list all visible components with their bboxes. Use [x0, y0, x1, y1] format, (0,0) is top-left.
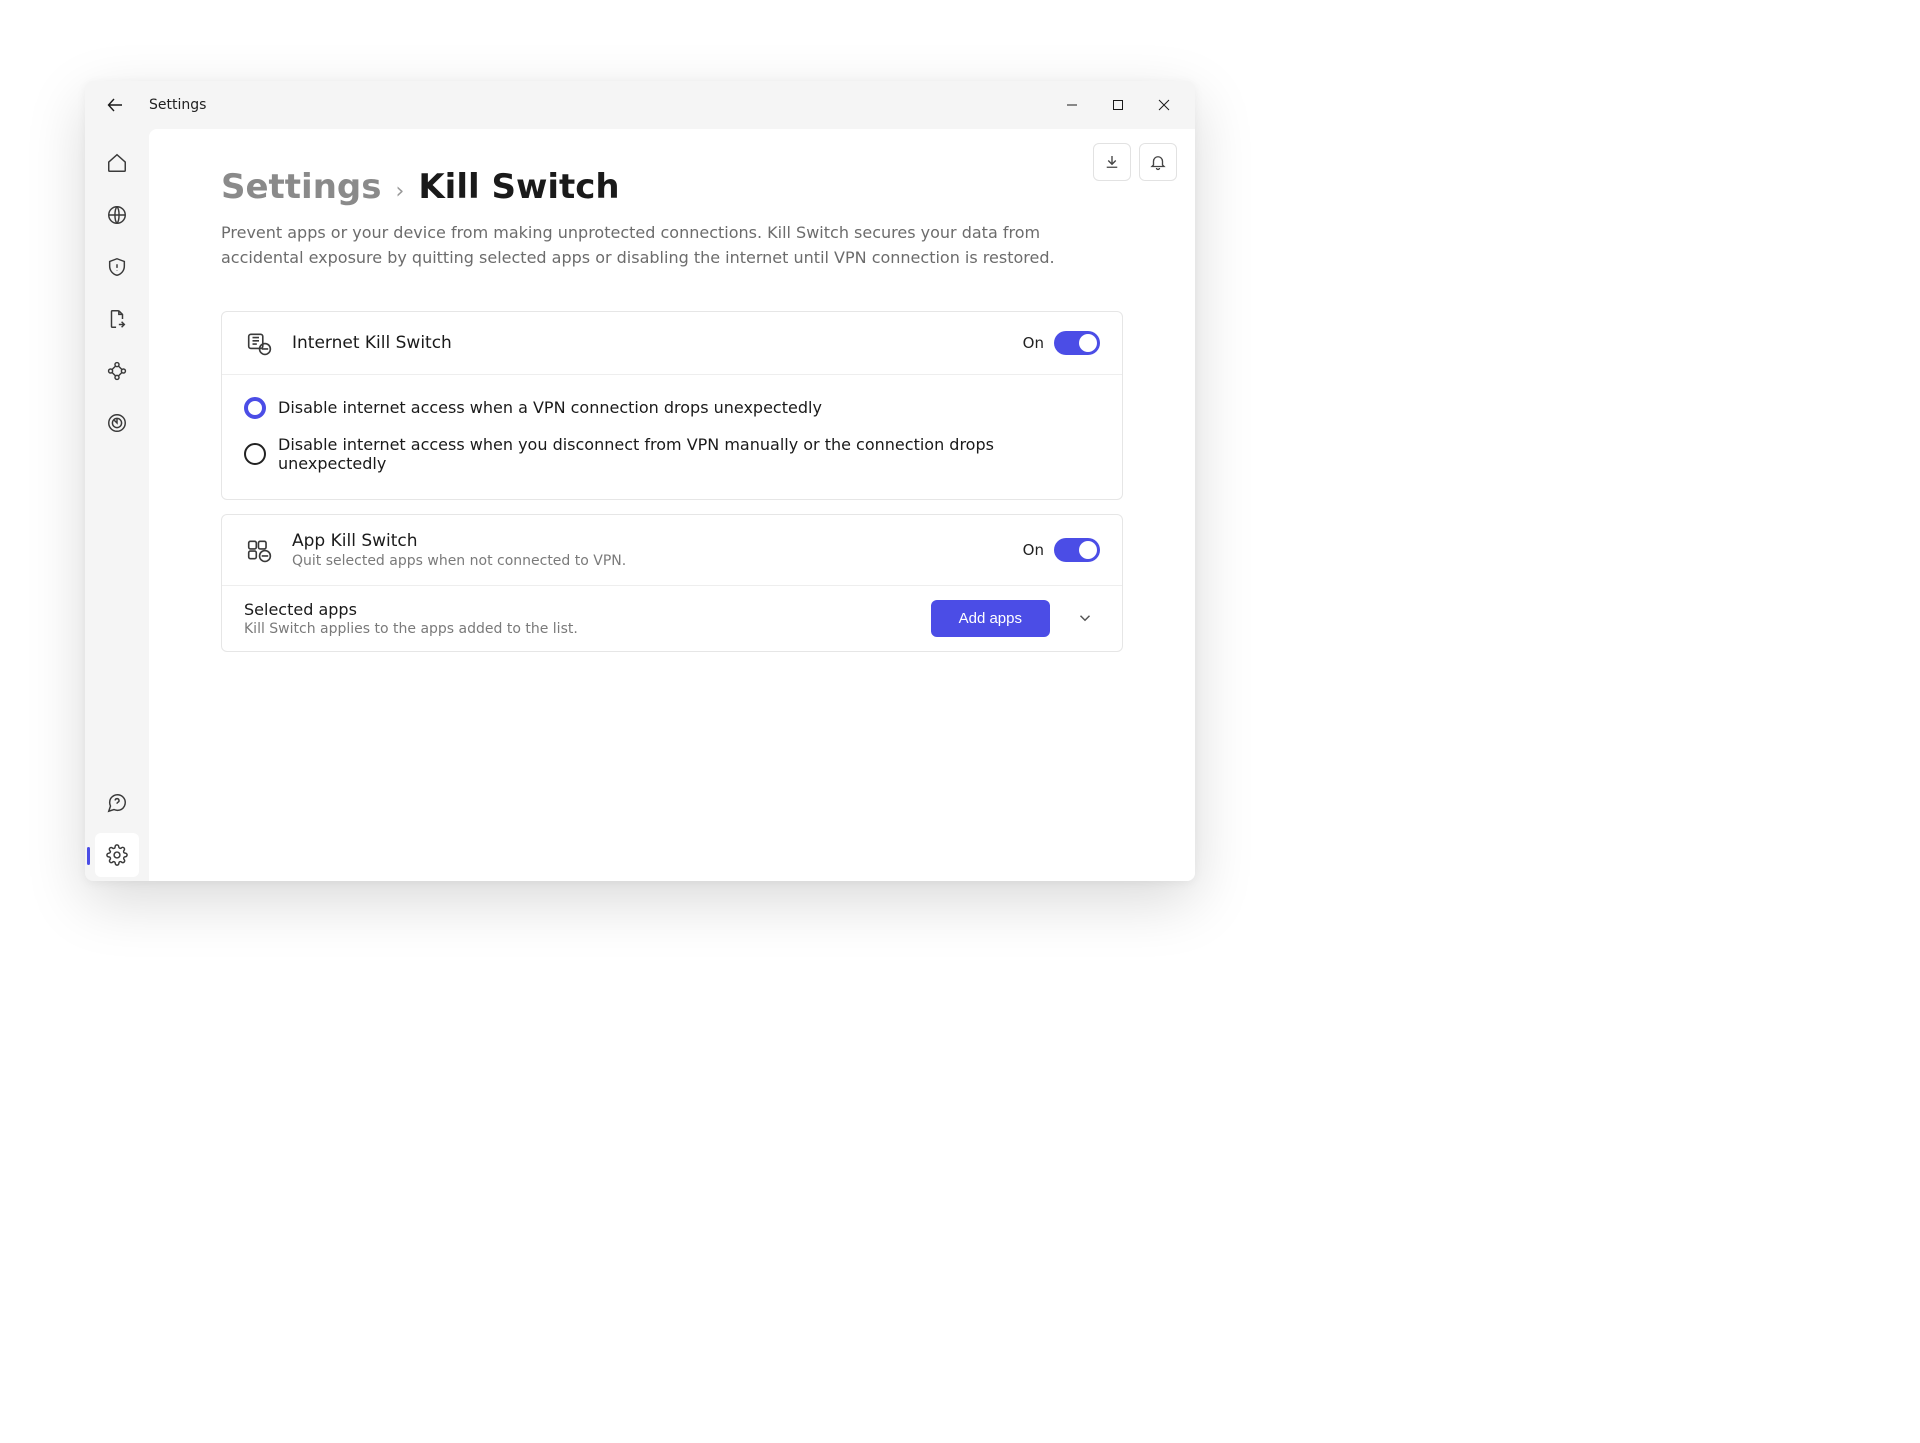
minimize-button[interactable] — [1049, 85, 1095, 125]
page-actions — [1093, 143, 1177, 181]
close-icon — [1158, 99, 1170, 111]
maximize-button[interactable] — [1095, 85, 1141, 125]
body: Settings › Kill Switch Prevent apps or y… — [85, 129, 1195, 881]
content-inner: Settings › Kill Switch Prevent apps or y… — [149, 129, 1195, 706]
internet-killswitch-options: Disable internet access when a VPN conne… — [222, 374, 1122, 499]
app-killswitch-toggle[interactable] — [1054, 538, 1100, 562]
download-button[interactable] — [1093, 143, 1131, 181]
ks-option-auto-label: Disable internet access when a VPN conne… — [278, 398, 822, 417]
sidebar-item-file-share[interactable] — [95, 297, 139, 341]
breadcrumb: Settings › Kill Switch — [221, 167, 1123, 207]
page-title: Kill Switch — [418, 167, 619, 207]
download-icon — [1103, 153, 1121, 171]
mesh-icon — [106, 360, 128, 382]
selected-apps-title: Selected apps — [244, 600, 931, 619]
back-button[interactable] — [97, 87, 133, 123]
sidebar-item-settings[interactable] — [95, 833, 139, 877]
notifications-button[interactable] — [1139, 143, 1177, 181]
app-killswitch-title: App Kill Switch — [292, 531, 1023, 551]
breadcrumb-parent[interactable]: Settings — [221, 167, 382, 207]
arrow-left-icon — [107, 97, 123, 113]
content-panel: Settings › Kill Switch Prevent apps or y… — [149, 129, 1195, 881]
minimize-icon — [1066, 99, 1078, 111]
breadcrumb-separator: › — [396, 179, 405, 204]
ks-option-always-label: Disable internet access when you disconn… — [278, 435, 1100, 473]
internet-killswitch-toggle-wrap: On — [1023, 331, 1100, 355]
sidebar-item-help[interactable] — [95, 781, 139, 825]
sidebar-item-threat-protection[interactable] — [95, 245, 139, 289]
bell-icon — [1149, 153, 1167, 171]
titlebar: Settings — [85, 81, 1195, 129]
add-apps-button[interactable]: Add apps — [931, 600, 1050, 637]
app-killswitch-toggle-wrap: On — [1023, 538, 1100, 562]
sidebar-item-home[interactable] — [95, 141, 139, 185]
selected-apps-row: Selected apps Kill Switch applies to the… — [222, 585, 1122, 651]
radio-unselected-icon — [244, 443, 266, 465]
file-share-icon — [106, 308, 128, 330]
window-title: Settings — [149, 97, 206, 113]
selected-apps-subtitle: Kill Switch applies to the apps added to… — [244, 621, 931, 637]
expand-selected-apps[interactable] — [1070, 603, 1100, 633]
close-button[interactable] — [1141, 85, 1187, 125]
sidebar — [85, 129, 149, 881]
sidebar-item-browse[interactable] — [95, 193, 139, 237]
sidebar-item-meshnet[interactable] — [95, 349, 139, 393]
internet-killswitch-icon — [244, 328, 274, 358]
ks-option-always[interactable]: Disable internet access when you disconn… — [244, 427, 1100, 481]
internet-killswitch-toggle[interactable] — [1054, 331, 1100, 355]
app-killswitch-header: App Kill Switch Quit selected apps when … — [222, 515, 1122, 585]
internet-killswitch-state: On — [1023, 334, 1044, 352]
app-killswitch-icon — [244, 535, 274, 565]
page-description: Prevent apps or your device from making … — [221, 221, 1081, 271]
target-icon — [106, 412, 128, 434]
app-killswitch-subtitle: Quit selected apps when not connected to… — [292, 553, 1023, 569]
chevron-down-icon — [1076, 609, 1094, 627]
gear-icon — [106, 844, 128, 866]
internet-killswitch-title: Internet Kill Switch — [292, 333, 1023, 353]
app-killswitch-state: On — [1023, 541, 1044, 559]
home-icon — [106, 152, 128, 174]
sidebar-item-darkweb[interactable] — [95, 401, 139, 445]
shield-icon — [106, 256, 128, 278]
window-controls — [1049, 85, 1187, 125]
app-killswitch-card: App Kill Switch Quit selected apps when … — [221, 514, 1123, 652]
ks-option-auto[interactable]: Disable internet access when a VPN conne… — [244, 389, 1100, 427]
help-icon — [106, 792, 128, 814]
globe-icon — [106, 204, 128, 226]
app-window: Settings — [85, 81, 1195, 881]
maximize-icon — [1112, 99, 1124, 111]
internet-killswitch-header: Internet Kill Switch On — [222, 312, 1122, 374]
radio-selected-icon — [244, 397, 266, 419]
internet-killswitch-card: Internet Kill Switch On Disable internet… — [221, 311, 1123, 500]
